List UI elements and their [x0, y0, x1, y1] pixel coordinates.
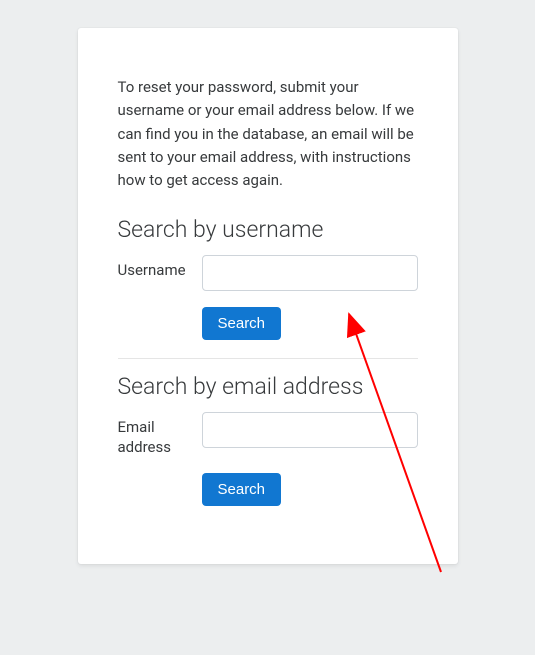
username-label: Username: [118, 255, 190, 281]
search-email-button[interactable]: Search: [202, 473, 282, 506]
reset-password-card: To reset your password, submit your user…: [78, 28, 458, 564]
search-by-username-section: Search by username Username Search: [118, 216, 418, 358]
search-by-username-heading: Search by username: [118, 216, 418, 243]
email-input[interactable]: [202, 412, 418, 448]
instruction-text: To reset your password, submit your user…: [118, 76, 418, 192]
email-label: Email address: [118, 412, 190, 457]
username-field-row: Username: [118, 255, 418, 291]
search-by-email-heading: Search by email address: [118, 373, 418, 400]
search-by-email-section: Search by email address Email address Se…: [118, 358, 418, 524]
email-field-row: Email address: [118, 412, 418, 457]
search-username-button[interactable]: Search: [202, 307, 282, 340]
username-input[interactable]: [202, 255, 418, 291]
